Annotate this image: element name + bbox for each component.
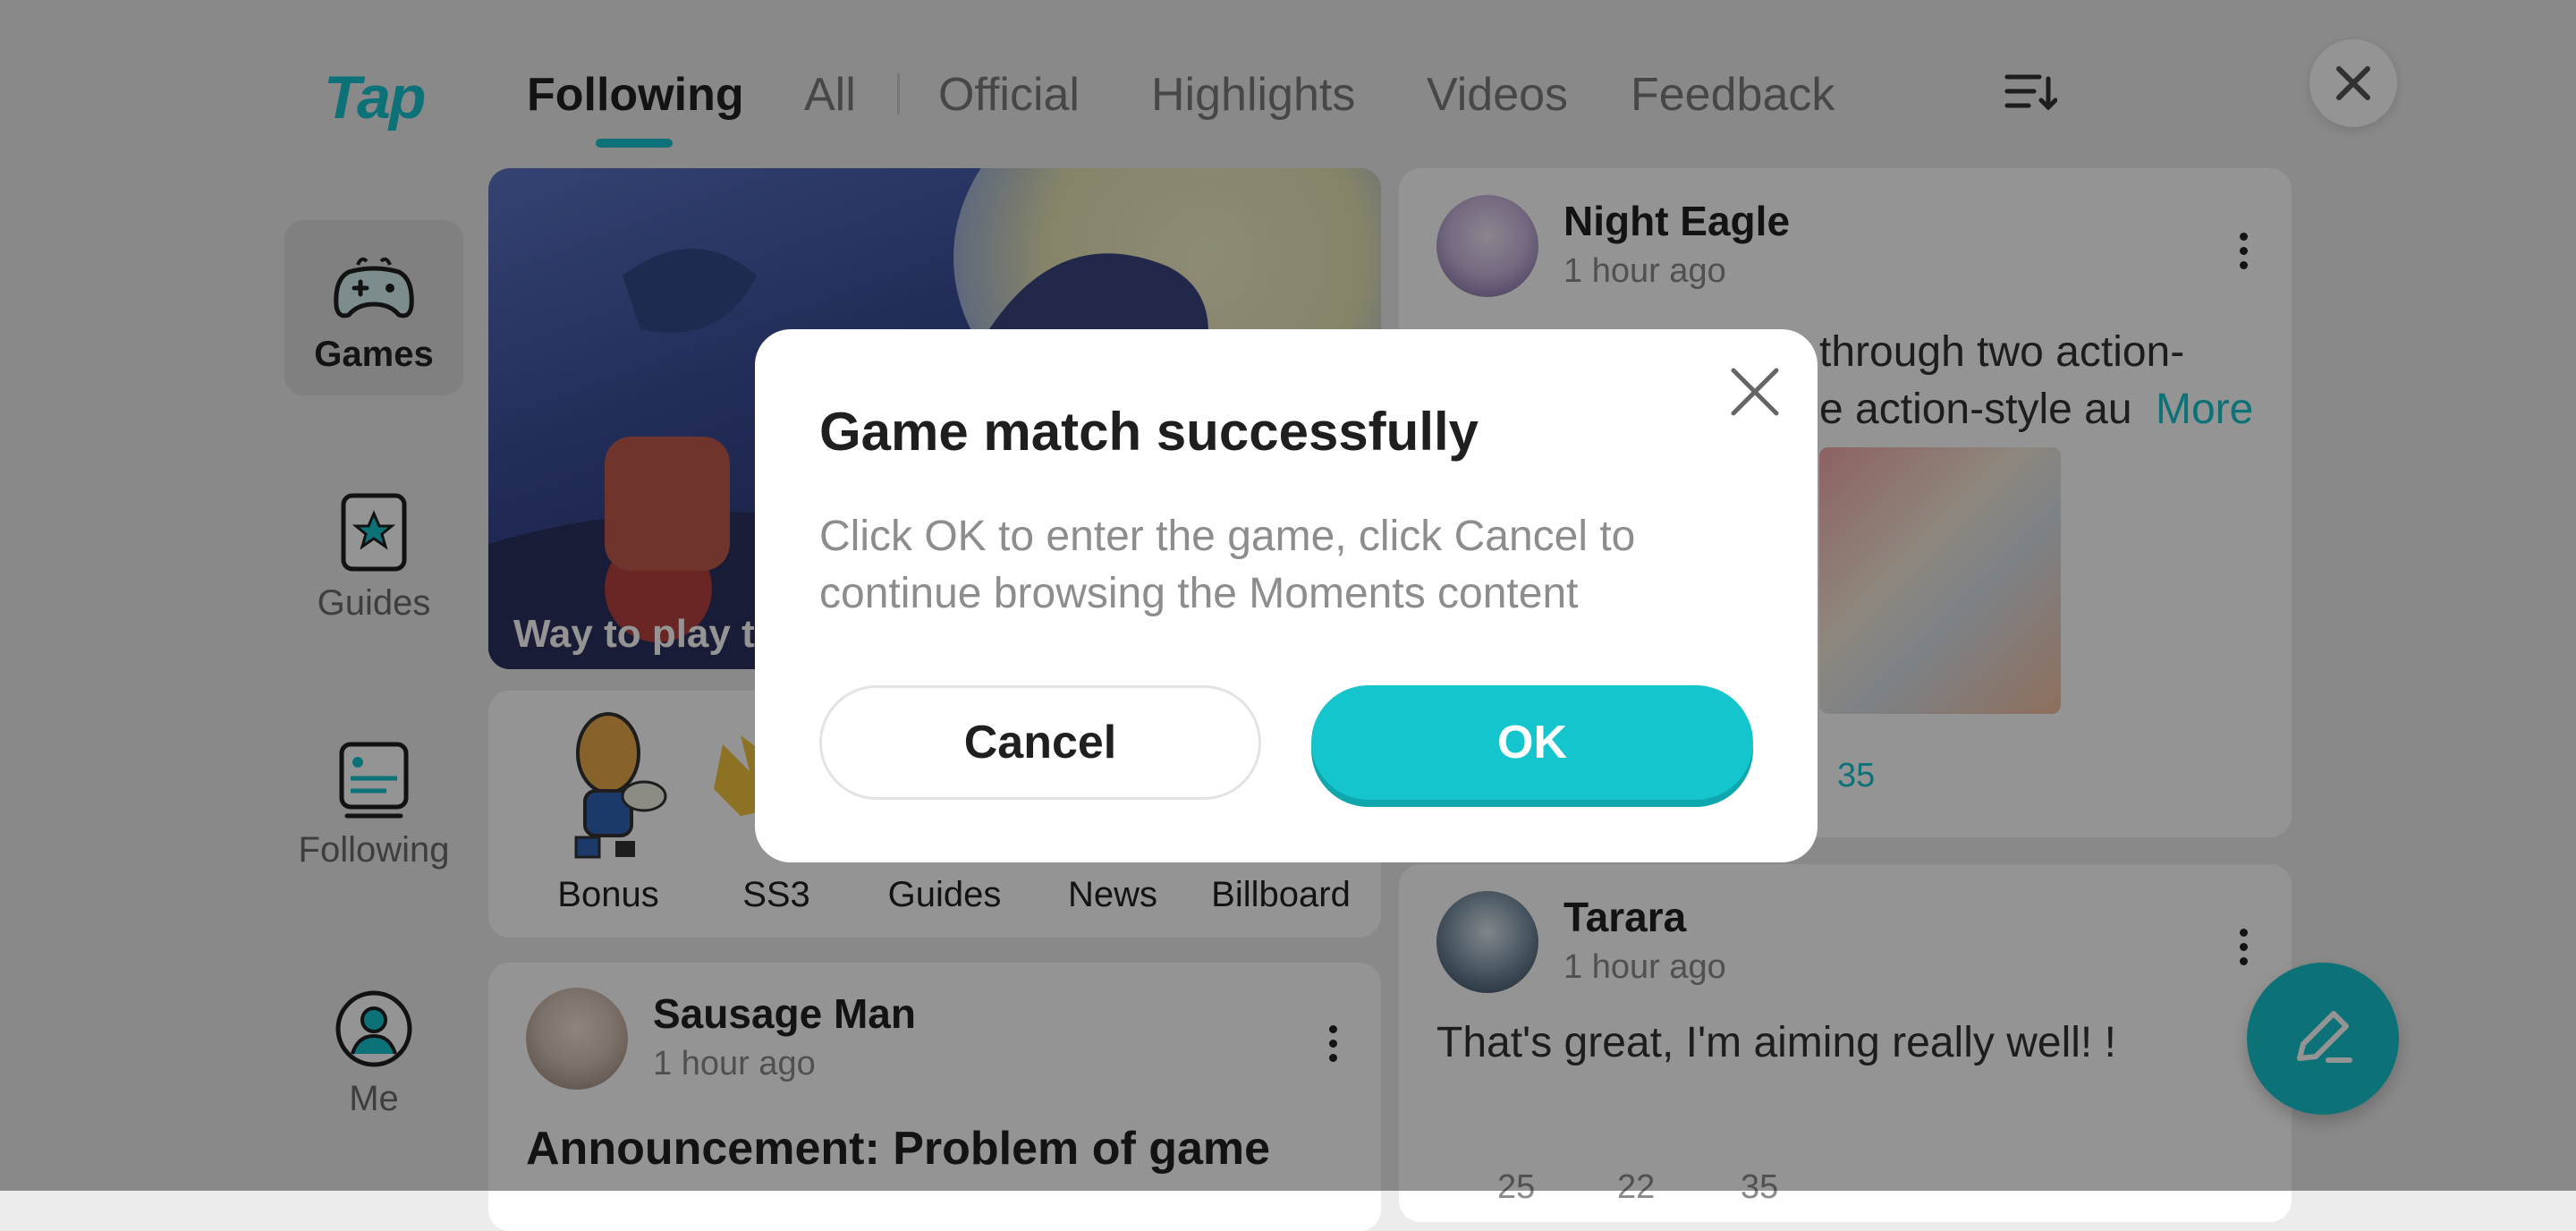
dialog-title: Game match successfully [819, 402, 1479, 462]
ok-button[interactable]: OK [1311, 685, 1753, 800]
close-icon [1731, 368, 1779, 416]
game-match-dialog: Game match successfully Click OK to ente… [755, 329, 1818, 862]
dialog-message: Click OK to enter the game, click Cancel… [819, 513, 1636, 617]
dialog-close-button[interactable] [1730, 367, 1780, 417]
cancel-button[interactable]: Cancel [819, 685, 1261, 800]
